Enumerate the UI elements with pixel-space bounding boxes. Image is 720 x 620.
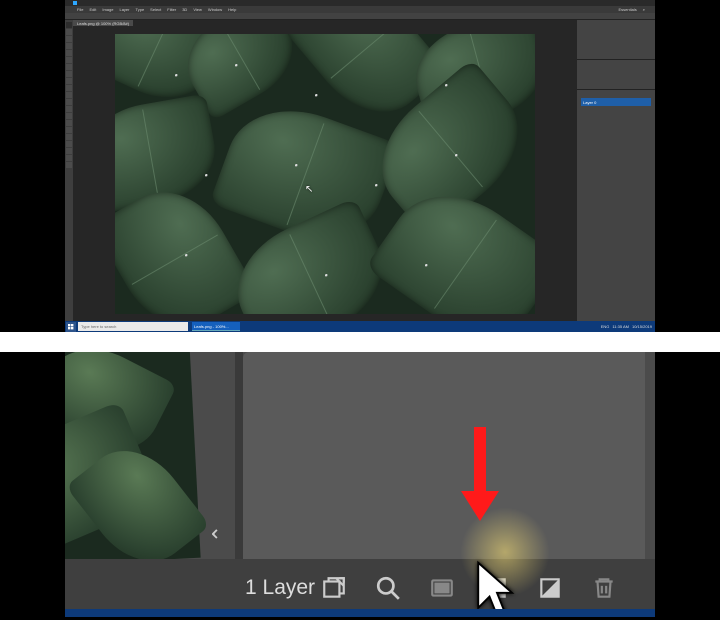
tool-clone[interactable] [66,78,72,84]
zoom-detail-view: ⌄ › 1 Layer [65,352,655,617]
zoom-icon[interactable] [375,575,401,601]
tool-pen[interactable] [66,120,72,126]
menu-view[interactable]: View [193,7,202,12]
menu-select[interactable]: Select [150,7,161,12]
right-panels: Layer 0 [577,20,655,322]
menu-edit[interactable]: Edit [89,7,96,12]
tool-eraser[interactable] [66,92,72,98]
taskbar-app-photoshop[interactable]: Leafs.png - 100%... [192,322,240,331]
canvas[interactable]: ↖ [115,34,535,314]
menu-filter[interactable]: Filter [167,7,176,12]
taskbar-search[interactable]: Type here to search [78,322,188,331]
photoshop-window: File Edit Image Layer Type Select Filter… [65,0,655,332]
menu-window[interactable]: Window [208,7,222,12]
color-panel[interactable] [577,20,655,60]
menu-bar: File Edit Image Layer Type Select Filter… [65,6,655,13]
layer-row[interactable]: Layer 0 [581,98,651,106]
chevron-down-icon[interactable]: ⌄ [206,525,232,543]
swatches-panel[interactable] [577,60,655,90]
tool-healing[interactable] [66,64,72,70]
system-tray: ENG 11:35 AM 10/15/2019 [601,324,655,329]
layer-style-icon[interactable] [429,575,455,601]
tool-lasso[interactable] [66,36,72,42]
tool-crop[interactable] [66,50,72,56]
tool-type[interactable] [66,127,72,133]
tray-lang[interactable]: ENG [601,324,610,329]
canvas-corner [65,352,201,566]
tool-marquee[interactable] [66,29,72,35]
delete-layer-icon[interactable] [591,575,617,601]
layer-count-label: 1 Layer [245,576,315,600]
link-layers-icon[interactable] [321,575,347,601]
menu-layer[interactable]: Layer [119,7,129,12]
layers-panel[interactable]: Layer 0 [577,90,655,322]
image-separator [0,332,720,352]
mouse-cursor-icon: ↖ [305,184,313,195]
tool-blur[interactable] [66,106,72,112]
search-icon[interactable]: ⌕ [643,7,645,12]
menu-type[interactable]: Type [136,7,145,12]
start-button[interactable] [66,322,76,332]
windows-logo-icon [68,324,74,330]
tool-hand[interactable] [66,148,72,154]
tool-dodge[interactable] [66,113,72,119]
tray-time[interactable]: 11:35 AM [612,324,629,329]
windows-taskbar [65,609,655,617]
tool-zoom[interactable] [66,155,72,161]
tool-foreground[interactable] [66,162,72,168]
tools-panel [65,20,73,322]
layers-panel-body[interactable] [243,352,645,559]
document-tab[interactable]: Leafs.png @ 100% (RGB/8#) [73,20,133,26]
tool-eyedropper[interactable] [66,57,72,63]
new-fill-adjustment-icon[interactable] [537,575,563,601]
photoshop-logo-icon [73,1,77,5]
menu-file[interactable]: File [77,7,83,12]
tool-brush[interactable] [66,71,72,77]
tool-history-brush[interactable] [66,85,72,91]
tool-gradient[interactable] [66,99,72,105]
tray-date[interactable]: 10/15/2019 [632,324,652,329]
tool-move[interactable] [66,22,72,28]
tool-quick-select[interactable] [66,43,72,49]
menu-3d[interactable]: 3D [182,7,187,12]
menu-image[interactable]: Image [102,7,113,12]
options-bar [65,13,655,20]
tool-shape[interactable] [66,141,72,147]
workspace-switcher[interactable]: Essentials [619,7,637,12]
canvas-area: Leafs.png @ 100% (RGB/8#) [73,20,577,322]
tool-path[interactable] [66,134,72,140]
panel-divider [235,352,243,559]
windows-taskbar: Type here to search Leafs.png - 100%... … [65,321,655,332]
menu-help[interactable]: Help [228,7,236,12]
